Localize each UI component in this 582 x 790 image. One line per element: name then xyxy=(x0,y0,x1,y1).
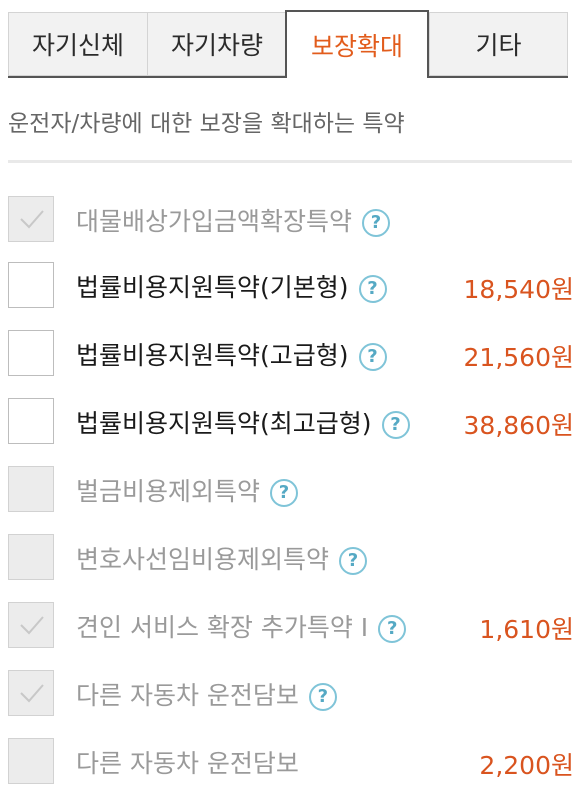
question-circle-icon[interactable]: ? xyxy=(381,411,410,439)
rider-row-legal-basic: 법률비용지원특약(기본형)? 18,540원 xyxy=(8,262,574,310)
rider-checkbox[interactable] xyxy=(8,602,54,648)
tab-label: 자기차량 xyxy=(170,31,263,60)
tab-self-body[interactable]: 자기신체 xyxy=(8,12,148,76)
question-circle-icon[interactable]: ? xyxy=(270,479,299,507)
rider-checkbox[interactable] xyxy=(8,262,54,308)
rider-label: 다른 자동차 운전담보 xyxy=(76,681,299,710)
rider-row-lawyer-exclusion: 변호사선임비용제외특약? xyxy=(8,534,574,582)
rider-label-wrap: 변호사선임비용제외특약? xyxy=(76,540,368,576)
rider-label: 변호사선임비용제외특약 xyxy=(76,545,330,574)
rider-checkbox[interactable] xyxy=(8,196,54,242)
question-circle-icon[interactable]: ? xyxy=(358,275,387,303)
rider-label: 법률비용지원특약(최고급형) xyxy=(76,409,372,438)
rider-label-wrap: 다른 자동차 운전담보 xyxy=(76,744,299,780)
question-circle-icon[interactable]: ? xyxy=(358,343,387,371)
check-icon xyxy=(20,684,44,703)
rider-label: 대물배상가입금액확장특약 xyxy=(76,207,353,236)
tab-underline-right xyxy=(429,76,568,78)
tab-coverage-extension[interactable]: 보장확대 xyxy=(285,10,429,78)
coverage-tabs: 자기신체 자기차량 보장확대 기타 xyxy=(8,10,568,78)
question-circle-icon[interactable]: ? xyxy=(339,547,368,575)
rider-row-towing-extension: 견인 서비스 확장 추가특약 I? 1,610원 xyxy=(8,602,574,650)
rider-checkbox[interactable] xyxy=(8,330,54,376)
rider-row-property-damage-extension: 대물배상가입금액확장특약? xyxy=(8,196,574,244)
rider-label-wrap: 견인 서비스 확장 추가특약 I? xyxy=(76,608,407,644)
rider-label: 법률비용지원특약(기본형) xyxy=(76,273,349,302)
rider-label-wrap: 대물배상가입금액확장특약? xyxy=(76,202,391,238)
rider-label-wrap: 법률비용지원특약(고급형)? xyxy=(76,336,387,372)
question-circle-icon[interactable]: ? xyxy=(308,683,337,711)
divider xyxy=(8,160,572,163)
rider-price: 21,560원 xyxy=(463,343,574,372)
rider-label: 법률비용지원특약(고급형) xyxy=(76,341,349,370)
tab-label: 자기신체 xyxy=(31,31,124,60)
rider-checkbox[interactable] xyxy=(8,466,54,512)
section-description: 운전자/차량에 대한 보장을 확대하는 특약 xyxy=(8,111,405,137)
rider-label-wrap: 법률비용지원특약(최고급형)? xyxy=(76,404,410,440)
rider-row-other-car-driving-2: 다른 자동차 운전담보 2,200원 xyxy=(8,738,574,786)
rider-price: 2,200원 xyxy=(479,751,574,780)
rider-price: 1,610원 xyxy=(479,615,574,644)
rider-label: 다른 자동차 운전담보 xyxy=(76,749,299,778)
question-circle-icon[interactable]: ? xyxy=(362,209,391,237)
rider-row-legal-top: 법률비용지원특약(최고급형)? 38,860원 xyxy=(8,398,574,446)
rider-checkbox[interactable] xyxy=(8,398,54,444)
question-circle-icon[interactable]: ? xyxy=(378,615,407,643)
rider-price: 38,860원 xyxy=(463,411,574,440)
tab-own-vehicle[interactable]: 자기차량 xyxy=(147,12,287,76)
rider-row-legal-premium: 법률비용지원특약(고급형)? 21,560원 xyxy=(8,330,574,378)
rider-checkbox[interactable] xyxy=(8,670,54,716)
rider-row-other-car-driving: 다른 자동차 운전담보? xyxy=(8,670,574,718)
rider-label-wrap: 법률비용지원특약(기본형)? xyxy=(76,268,387,304)
rider-price: 18,540원 xyxy=(463,275,574,304)
tab-underline-left xyxy=(8,76,285,78)
rider-checkbox[interactable] xyxy=(8,534,54,580)
rider-label-wrap: 벌금비용제외특약? xyxy=(76,472,299,508)
rider-label-wrap: 다른 자동차 운전담보? xyxy=(76,676,337,712)
rider-checkbox[interactable] xyxy=(8,738,54,784)
rider-label: 벌금비용제외특약 xyxy=(76,477,261,506)
tab-label: 기타 xyxy=(475,31,522,60)
check-icon xyxy=(20,210,44,229)
check-icon xyxy=(20,616,44,635)
tab-other[interactable]: 기타 xyxy=(429,12,568,76)
rider-label: 견인 서비스 확장 추가특약 I xyxy=(76,613,369,642)
tab-label: 보장확대 xyxy=(310,32,403,61)
rider-row-fine-exclusion: 벌금비용제외특약? xyxy=(8,466,574,514)
